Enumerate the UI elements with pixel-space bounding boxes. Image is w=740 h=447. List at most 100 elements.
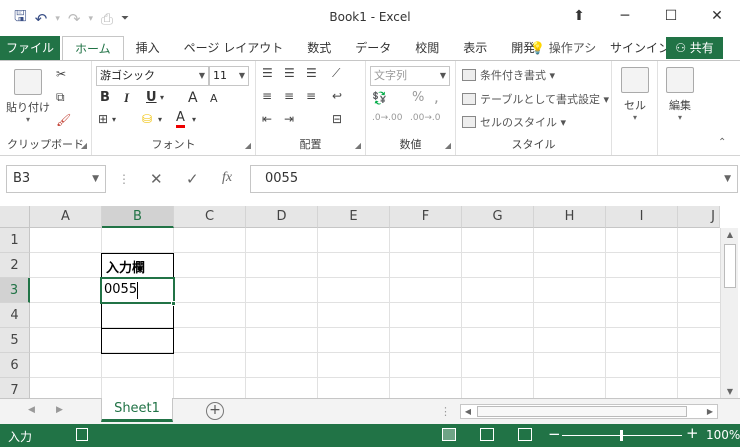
- close-button[interactable]: ✕: [694, 0, 740, 32]
- tab-splitter[interactable]: ⋮: [440, 405, 451, 418]
- align-top-icon[interactable]: ☰: [262, 66, 273, 80]
- minimize-button[interactable]: ─: [602, 0, 648, 32]
- cell-styles-button[interactable]: セルのスタイル ▾: [462, 114, 566, 130]
- tab-view[interactable]: 表示: [451, 36, 499, 60]
- shrink-font-button[interactable]: A: [210, 92, 218, 105]
- cell-b3[interactable]: 0055: [100, 282, 137, 297]
- tab-formulas[interactable]: 数式: [295, 36, 343, 60]
- page-layout-view-icon[interactable]: [480, 428, 494, 441]
- conditional-formatting-button[interactable]: 条件付き書式 ▾: [462, 67, 555, 83]
- worksheet-grid[interactable]: A B C D E F G H I J 1 2 3 4 5 6 7 入力欄 00…: [0, 206, 740, 398]
- currency-icon[interactable]: 💱: [372, 91, 387, 105]
- expand-formula-bar-icon[interactable]: ▼: [724, 166, 731, 192]
- column-header-g[interactable]: G: [462, 206, 534, 228]
- tab-page-layout[interactable]: ページ レイアウト: [172, 36, 296, 60]
- wrap-text-icon[interactable]: ↩: [332, 89, 342, 103]
- sheet-next-icon[interactable]: ▶: [56, 405, 63, 415]
- formula-bar-splitter[interactable]: ⋮: [118, 172, 130, 186]
- page-break-view-icon[interactable]: [518, 428, 532, 441]
- horizontal-scroll-thumb[interactable]: [477, 406, 687, 417]
- align-bottom-icon[interactable]: ☰: [306, 66, 317, 80]
- column-header-j[interactable]: J: [678, 206, 720, 228]
- row-header-2[interactable]: 2: [0, 253, 30, 278]
- number-launcher-icon[interactable]: ◢: [445, 141, 451, 150]
- sheet-tab-sheet1[interactable]: Sheet1: [101, 398, 173, 422]
- cut-icon[interactable]: ✂: [56, 67, 66, 81]
- align-right-icon[interactable]: ≡: [306, 89, 316, 103]
- tab-insert[interactable]: 挿入: [124, 36, 172, 60]
- row-header-7[interactable]: 7: [0, 378, 30, 398]
- scroll-up-icon[interactable]: ▲: [721, 230, 739, 239]
- row-header-5[interactable]: 5: [0, 328, 30, 353]
- cell-b2[interactable]: 入力欄: [102, 257, 145, 276]
- maximize-button[interactable]: ☐: [648, 0, 694, 32]
- row-header-3[interactable]: 3: [0, 278, 30, 303]
- enter-icon[interactable]: ✓: [186, 170, 199, 188]
- row-header-6[interactable]: 6: [0, 353, 30, 378]
- tell-me-box[interactable]: 💡 操作アシ: [530, 36, 596, 60]
- collapse-ribbon-icon[interactable]: ⌃: [718, 137, 726, 148]
- column-header-d[interactable]: D: [246, 206, 318, 228]
- tab-review[interactable]: 校閲: [403, 36, 451, 60]
- font-name-combo[interactable]: 游ゴシック ▼: [96, 66, 209, 86]
- tab-file[interactable]: ファイル: [0, 36, 60, 60]
- column-header-f[interactable]: F: [390, 206, 462, 228]
- copy-icon[interactable]: ⧉: [56, 90, 65, 105]
- fill-handle[interactable]: [171, 301, 176, 306]
- zoom-out-icon[interactable]: −: [548, 425, 561, 443]
- cells-button[interactable]: セル ▾: [618, 67, 652, 122]
- align-center-icon[interactable]: ≡: [284, 89, 294, 103]
- increase-indent-icon[interactable]: ⇥: [284, 112, 294, 126]
- border-icon[interactable]: ⊞: [98, 112, 108, 126]
- italic-button[interactable]: I: [124, 90, 129, 106]
- fill-color-icon[interactable]: ⛁: [142, 112, 152, 126]
- column-header-a[interactable]: A: [30, 206, 102, 228]
- select-all-corner[interactable]: [0, 206, 30, 228]
- merge-cells-icon[interactable]: ⊟: [332, 112, 342, 126]
- comma-button[interactable]: ,: [434, 88, 439, 106]
- horizontal-scrollbar[interactable]: ◀ ▶: [460, 404, 718, 419]
- row-header-1[interactable]: 1: [0, 228, 30, 253]
- column-header-c[interactable]: C: [174, 206, 246, 228]
- bold-button[interactable]: B: [100, 90, 110, 105]
- cancel-icon[interactable]: ✕: [150, 170, 163, 188]
- scroll-down-icon[interactable]: ▼: [721, 387, 739, 396]
- share-button[interactable]: ⚇ 共有: [666, 37, 723, 59]
- insert-function-icon[interactable]: fx: [222, 170, 232, 186]
- decrease-indent-icon[interactable]: ⇤: [262, 112, 272, 126]
- alignment-launcher-icon[interactable]: ◢: [355, 141, 361, 150]
- scroll-right-icon[interactable]: ▶: [703, 405, 717, 418]
- column-header-h[interactable]: H: [534, 206, 606, 228]
- zoom-slider-knob[interactable]: [620, 430, 623, 441]
- font-color-button[interactable]: A: [176, 111, 185, 128]
- align-middle-icon[interactable]: ☰: [284, 66, 295, 80]
- font-launcher-icon[interactable]: ◢: [245, 141, 251, 150]
- number-format-combo[interactable]: 文字列 ▼: [370, 66, 450, 86]
- macro-record-icon[interactable]: [76, 428, 88, 441]
- column-header-e[interactable]: E: [318, 206, 390, 228]
- format-as-table-button[interactable]: テーブルとして書式設定 ▾: [462, 91, 609, 107]
- format-painter-icon[interactable]: 🖌: [56, 113, 71, 127]
- tab-data[interactable]: データ: [343, 36, 403, 60]
- normal-view-icon[interactable]: [442, 428, 456, 441]
- decrease-decimal-icon[interactable]: .00→.0: [410, 113, 440, 123]
- orientation-icon[interactable]: ⟋: [332, 66, 340, 81]
- scroll-left-icon[interactable]: ◀: [461, 405, 475, 418]
- column-header-b[interactable]: B: [102, 206, 174, 228]
- zoom-in-icon[interactable]: +: [686, 424, 699, 442]
- zoom-level[interactable]: 100%: [706, 428, 740, 442]
- fill-dropdown-icon[interactable]: ▾: [158, 115, 162, 124]
- underline-button[interactable]: U: [146, 90, 157, 105]
- sign-in-link[interactable]: サインイン: [610, 36, 670, 60]
- formula-input[interactable]: 0055 ▼: [250, 165, 738, 193]
- increase-decimal-icon[interactable]: .0→.00: [372, 113, 402, 123]
- font-size-combo[interactable]: 11 ▼: [209, 66, 249, 86]
- column-header-i[interactable]: I: [606, 206, 678, 228]
- border-dropdown-icon[interactable]: ▾: [112, 115, 116, 124]
- percent-button[interactable]: %: [412, 90, 424, 105]
- vertical-scroll-thumb[interactable]: [724, 244, 736, 288]
- grow-font-button[interactable]: A: [188, 90, 198, 106]
- vertical-scrollbar[interactable]: ▲ ▼: [720, 228, 738, 398]
- row-header-4[interactable]: 4: [0, 303, 30, 328]
- name-box[interactable]: B3 ▼: [6, 165, 106, 193]
